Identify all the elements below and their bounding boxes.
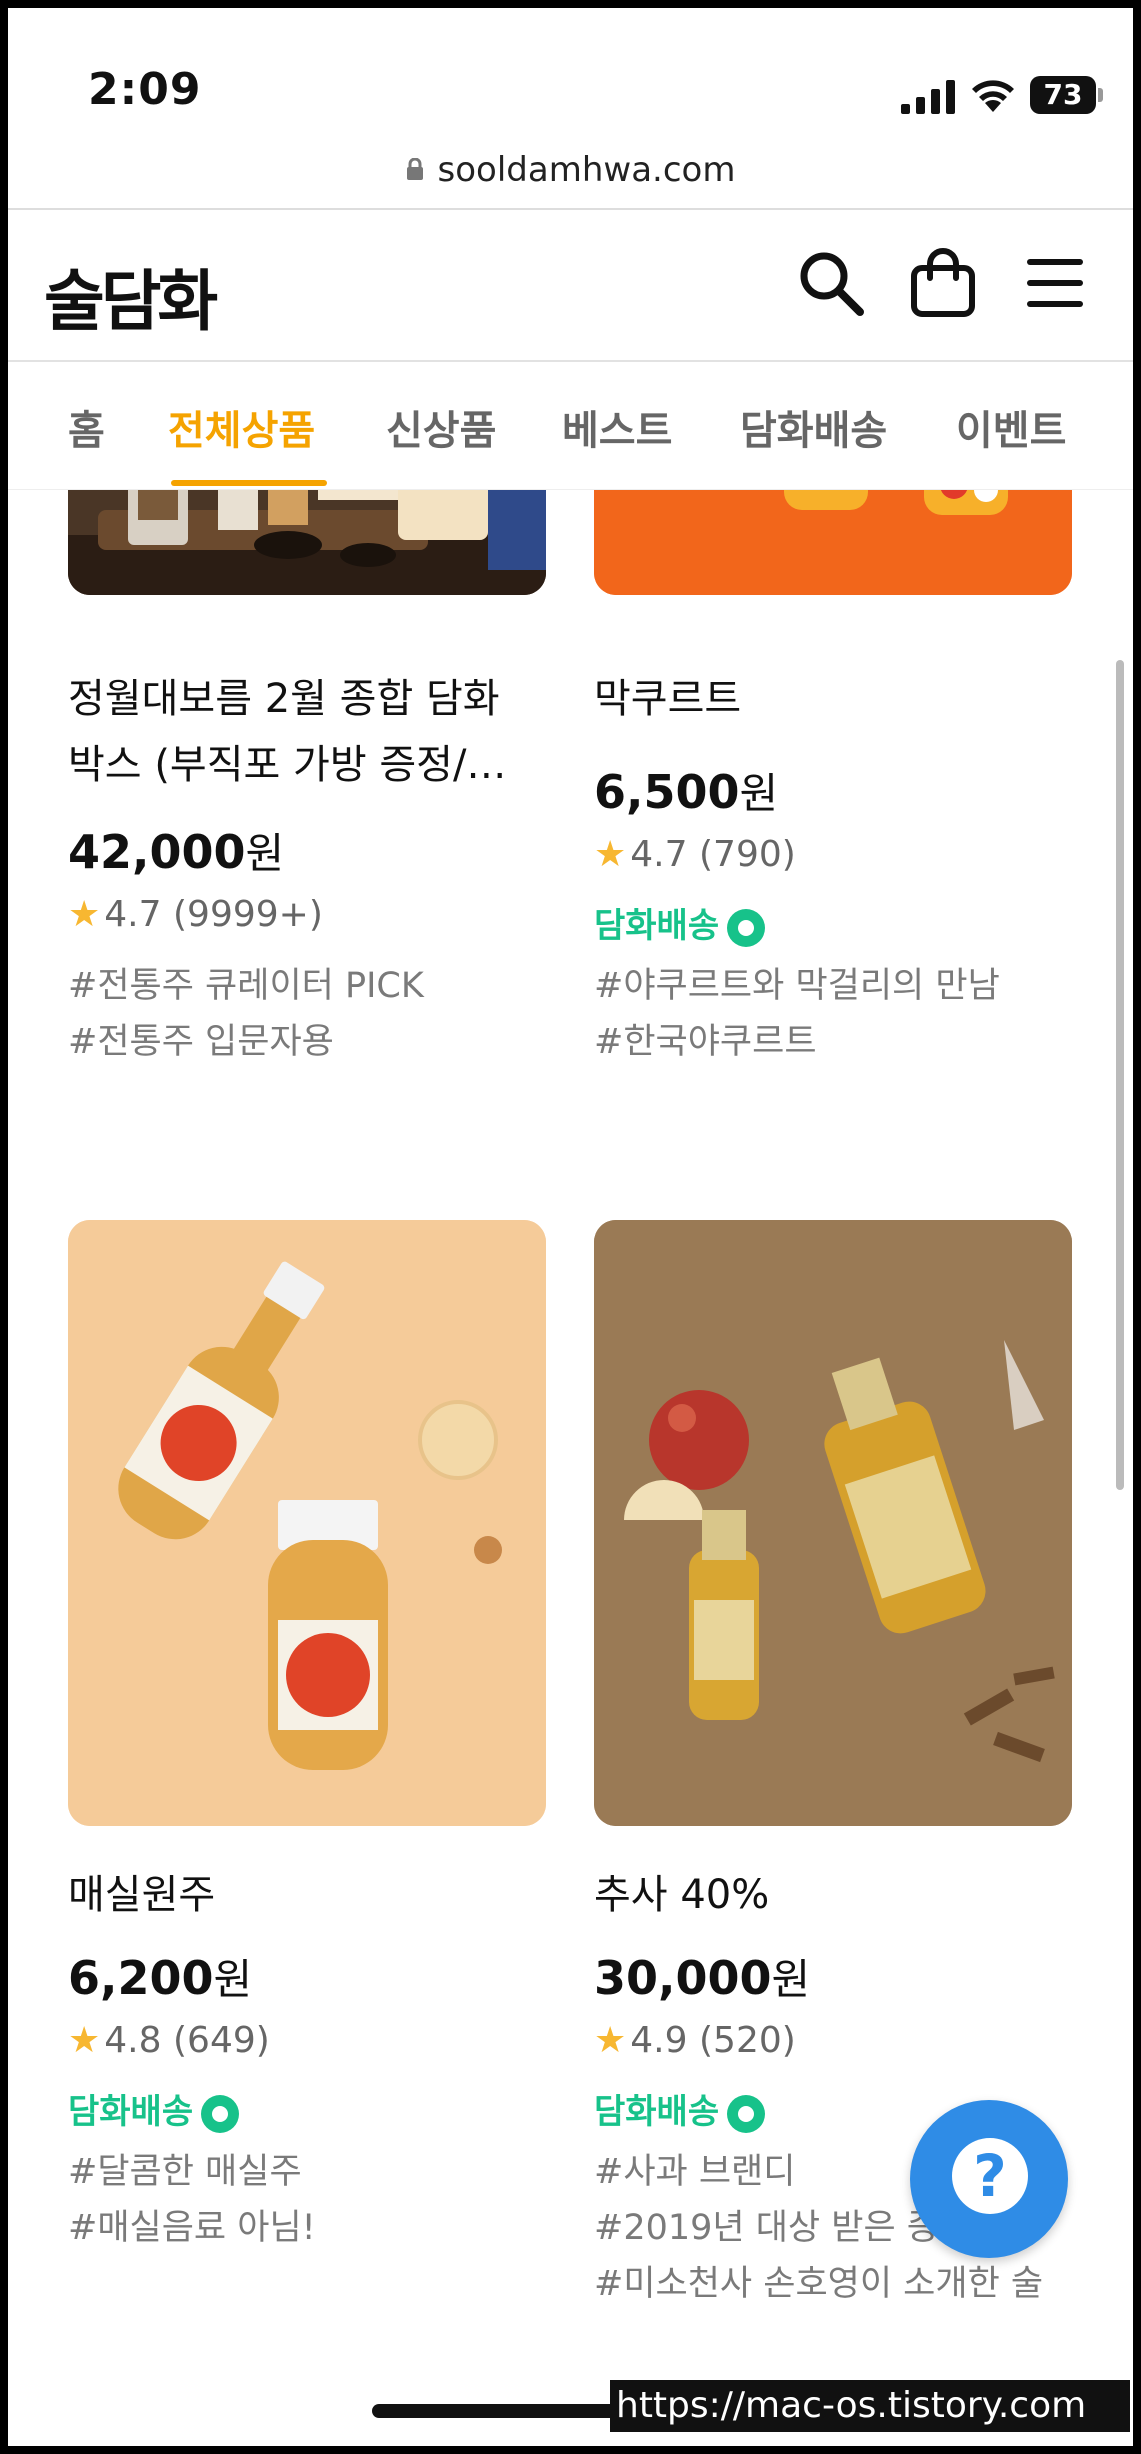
product-title[interactable]: 막쿠르트: [594, 666, 741, 732]
product-image[interactable]: [594, 1220, 1072, 1826]
tab-events[interactable]: 이벤트: [956, 398, 1066, 456]
address-bar[interactable]: sooldamhwa.com: [8, 150, 1133, 190]
product-title[interactable]: 추사 40%: [594, 1862, 769, 1928]
product-price: 6,200원: [68, 1951, 253, 2005]
product-title[interactable]: 정월대보름 2월 종합 담화 박스 (부직포 가방 증정/…: [68, 666, 568, 798]
battery-icon: 73: [1030, 76, 1103, 114]
shopping-bag-icon[interactable]: [908, 248, 978, 318]
product-image[interactable]: [68, 1220, 546, 1826]
delivery-flower-icon: [727, 908, 766, 947]
product-image[interactable]: [68, 490, 546, 595]
product-image[interactable]: [594, 490, 1072, 595]
delivery-flower-icon: [201, 2094, 240, 2133]
scrollbar[interactable]: [1116, 660, 1124, 1490]
help-question-icon: ?: [952, 2138, 1028, 2214]
star-icon: ★: [68, 2020, 101, 2061]
site-header: 술담화: [8, 210, 1133, 360]
product-price: 42,000원: [68, 825, 285, 879]
tab-new-products[interactable]: 신상품: [386, 398, 496, 456]
tab-home[interactable]: 홈: [68, 398, 105, 456]
delivery-badge: 담화배송: [594, 2084, 767, 2135]
phone-screen: 2:09 73 sooldamhwa.com 술담화 홈 전체상품 신상품 베스…: [8, 8, 1133, 2446]
product-tag[interactable]: #달콤한 매실주: [68, 2144, 316, 2200]
product-tag[interactable]: #전통주 입문자용: [68, 1014, 424, 1070]
battery-level: 73: [1030, 76, 1096, 114]
product-rating: ★ 4.9 (520): [594, 2020, 796, 2061]
product-tag[interactable]: #한국야쿠르트: [594, 1014, 1000, 1070]
search-icon[interactable]: [796, 248, 866, 318]
tab-all-products[interactable]: 전체상품: [168, 398, 315, 456]
product-tag[interactable]: #매실음료 아님!: [68, 2200, 316, 2256]
product-tags: #야쿠르트와 막걸리의 만남 #한국야쿠르트: [594, 958, 1000, 1070]
product-title-line: 정월대보름 2월 종합 담화: [68, 676, 500, 722]
lock-icon: [406, 157, 423, 180]
site-logo[interactable]: 술담화: [44, 248, 218, 344]
product-rating: ★ 4.8 (649): [68, 2020, 270, 2061]
delivery-badge: 담화배송: [594, 898, 767, 949]
product-price: 6,500원: [594, 765, 779, 819]
menu-icon[interactable]: [1020, 248, 1090, 318]
url-text: sooldamhwa.com: [437, 150, 736, 190]
star-icon: ★: [594, 834, 627, 875]
star-icon: ★: [594, 2020, 627, 2061]
status-time: 2:09: [88, 64, 202, 115]
product-rating: ★ 4.7 (9999+): [68, 894, 323, 935]
category-nav: 홈 전체상품 신상품 베스트 담화배송 이벤트: [8, 362, 1133, 490]
product-price: 30,000원: [594, 1951, 811, 2005]
delivery-badge: 담화배송: [68, 2084, 241, 2135]
product-tags: #달콤한 매실주 #매실음료 아님!: [68, 2144, 316, 2256]
wifi-icon: [972, 80, 1014, 112]
product-tag[interactable]: #전통주 큐레이터 PICK: [68, 958, 424, 1014]
product-title-line: 박스 (부직포 가방 증정/…: [68, 742, 507, 788]
help-button[interactable]: ?: [910, 2100, 1068, 2258]
product-tag[interactable]: #야쿠르트와 막걸리의 만남: [594, 958, 1000, 1014]
product-rating: ★ 4.7 (790): [594, 834, 796, 875]
tab-best[interactable]: 베스트: [562, 398, 672, 456]
tab-damhwa-delivery[interactable]: 담화배송: [740, 398, 887, 456]
active-tab-indicator: [171, 480, 327, 486]
delivery-flower-icon: [727, 2094, 766, 2133]
product-title[interactable]: 매실원주: [68, 1862, 215, 1928]
status-bar: 2:09 73 sooldamhwa.com: [8, 8, 1133, 190]
product-tags: #전통주 큐레이터 PICK #전통주 입문자용: [68, 958, 424, 1070]
watermark-text: https://mac-os.tistory.com: [610, 2380, 1130, 2432]
star-icon: ★: [68, 894, 101, 935]
cellular-signal-icon: [901, 80, 955, 114]
product-tag[interactable]: #미소천사 손호영이 소개한 술: [594, 2256, 1043, 2312]
